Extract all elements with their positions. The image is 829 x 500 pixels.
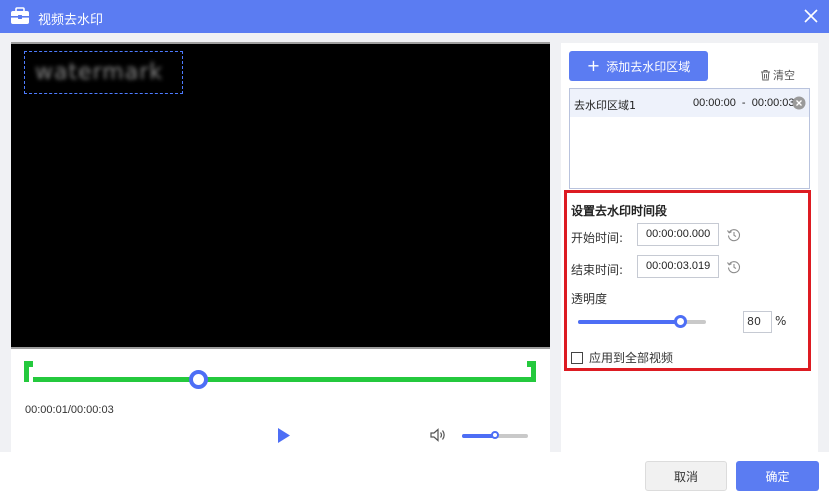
- toolbox-icon: [11, 7, 29, 24]
- opacity-slider[interactable]: [578, 315, 706, 328]
- video-preview: watermark: [11, 42, 550, 349]
- timeline-playhead[interactable]: [189, 370, 209, 389]
- apply-all-checkbox[interactable]: [571, 351, 583, 364]
- close-icon[interactable]: [801, 6, 821, 26]
- opacity-thumb[interactable]: [674, 315, 688, 328]
- clear-button[interactable]: 清空: [760, 67, 795, 83]
- timeline-bar[interactable]: [33, 377, 531, 382]
- clear-label: 清空: [773, 69, 795, 82]
- volume-slider[interactable]: [462, 431, 528, 439]
- speaker-icon[interactable]: [430, 428, 447, 442]
- reset-time-icon[interactable]: [726, 227, 742, 243]
- play-icon[interactable]: [276, 427, 292, 444]
- player-controls: 00:00:01/00:00:03: [11, 349, 550, 452]
- time-readout: 00:00:01/00:00:03: [25, 404, 114, 416]
- apply-all-label: 应用到全部视频: [589, 351, 674, 365]
- start-time-input[interactable]: 00:00:00.000: [637, 223, 719, 246]
- list-item[interactable]: 去水印区域1 00:00:00 - 00:00:03: [570, 89, 809, 117]
- right-panel: + 添加去水印区域 清空 去水印区域1 00:00:00 - 00:00:03 …: [561, 43, 818, 452]
- watermark-selection-box[interactable]: watermark: [24, 51, 183, 94]
- plus-icon: +: [586, 56, 601, 75]
- settings-title: 设置去水印时间段: [571, 204, 668, 218]
- opacity-unit: %: [775, 314, 787, 328]
- reset-time-icon[interactable]: [726, 259, 742, 275]
- remove-circle-icon[interactable]: [792, 96, 806, 110]
- add-region-label: 添加去水印区域: [606, 59, 691, 74]
- opacity-input[interactable]: 80: [743, 311, 772, 333]
- end-time-label: 结束时间:: [571, 263, 624, 277]
- cancel-button[interactable]: 取消: [645, 461, 727, 491]
- title-bar: 视频去水印: [0, 0, 829, 33]
- trash-icon: [761, 70, 770, 81]
- end-time-input[interactable]: 00:00:03.019: [637, 255, 719, 278]
- opacity-fill: [578, 320, 681, 324]
- add-region-button[interactable]: + 添加去水印区域: [569, 51, 708, 81]
- watermark-text: watermark: [35, 60, 163, 85]
- opacity-label: 透明度: [571, 292, 608, 306]
- start-time-label: 开始时间:: [571, 231, 624, 245]
- volume-thumb[interactable]: [491, 431, 499, 439]
- ok-button[interactable]: 确定: [736, 461, 819, 491]
- region-time-range: 00:00:00 - 00:00:03: [693, 97, 795, 109]
- window-title: 视频去水印: [38, 13, 104, 28]
- timeline-end-handle[interactable]: [526, 361, 536, 382]
- time-range-settings: 设置去水印时间段 开始时间: 00:00:00.000 结束时间: 00:00:…: [564, 190, 811, 371]
- apply-all-toggle[interactable]: 应用到全部视频: [571, 349, 673, 366]
- region-list: 去水印区域1 00:00:00 - 00:00:03: [569, 88, 810, 189]
- region-name: 去水印区域1: [574, 99, 636, 112]
